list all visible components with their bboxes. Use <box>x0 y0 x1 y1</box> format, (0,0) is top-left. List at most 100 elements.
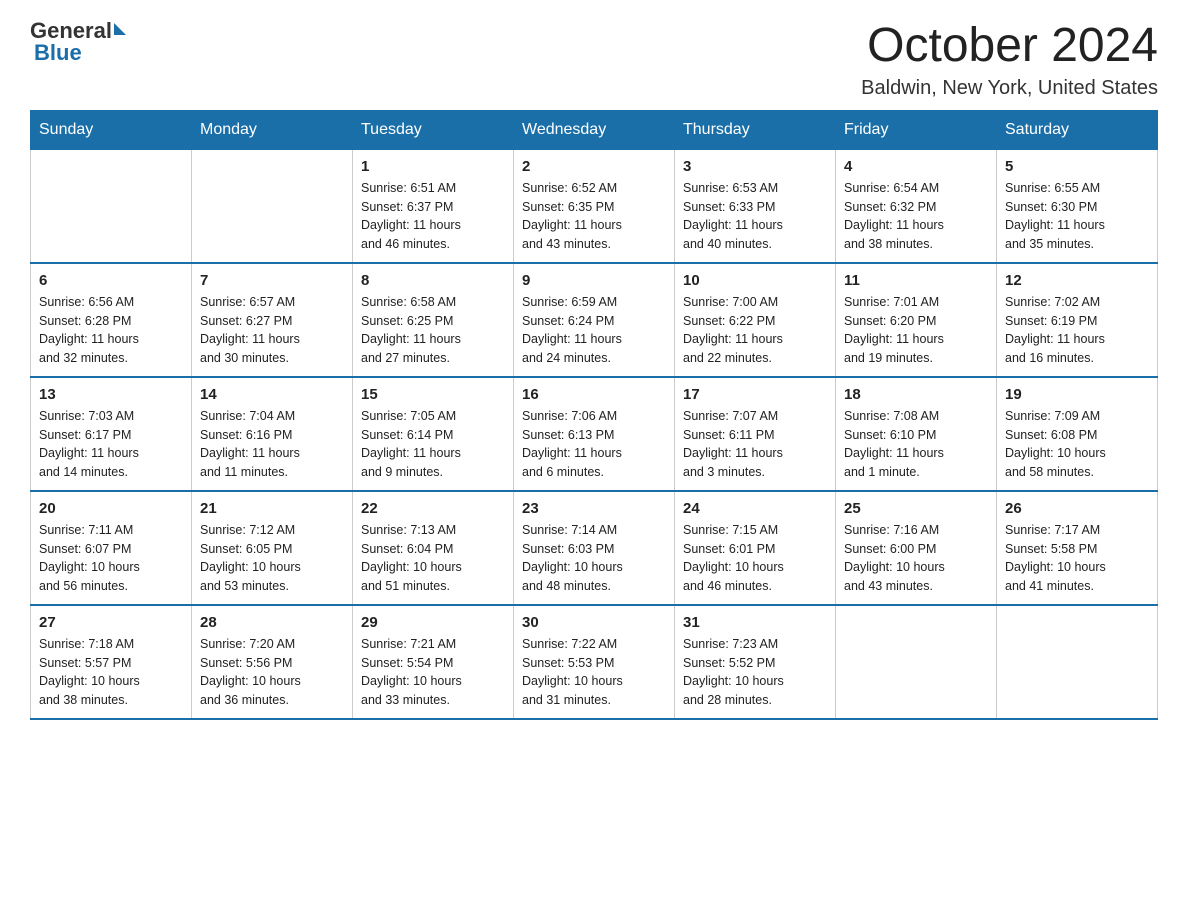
calendar-week-row: 6 Sunrise: 6:56 AMSunset: 6:28 PMDaylight… <box>31 263 1158 377</box>
day-info: Sunrise: 7:09 AMSunset: 6:08 PMDaylight:… <box>1005 407 1149 482</box>
calendar-cell: 6 Sunrise: 6:56 AMSunset: 6:28 PMDaylight… <box>31 263 192 377</box>
calendar-cell: 4 Sunrise: 6:54 AMSunset: 6:32 PMDaylight… <box>836 149 997 263</box>
day-number: 28 <box>200 614 344 631</box>
day-info: Sunrise: 6:51 AMSunset: 6:37 PMDaylight:… <box>361 179 505 254</box>
calendar-cell: 12Sunrise: 7:02 AMSunset: 6:19 PMDayligh… <box>997 263 1158 377</box>
day-number: 7 <box>200 272 344 289</box>
calendar-cell: 29 Sunrise: 7:21 AMSunset: 5:54 PMDayligh… <box>353 605 514 719</box>
calendar-cell: 26 Sunrise: 7:17 AMSunset: 5:58 PMDayligh… <box>997 491 1158 605</box>
calendar-cell: 15Sunrise: 7:05 AMSunset: 6:14 PMDayligh… <box>353 377 514 491</box>
day-info: Sunrise: 6:52 AMSunset: 6:35 PMDaylight:… <box>522 179 666 254</box>
day-info: Sunrise: 7:23 AMSunset: 5:52 PMDaylight:… <box>683 635 827 710</box>
page-header: General Blue October 2024 Baldwin, New Y… <box>30 20 1158 100</box>
day-number: 14 <box>200 386 344 403</box>
day-number: 21 <box>200 500 344 517</box>
day-info: Sunrise: 7:08 AMSunset: 6:10 PMDaylight:… <box>844 407 988 482</box>
calendar-cell: 9Sunrise: 6:59 AMSunset: 6:24 PMDaylight… <box>514 263 675 377</box>
day-number: 23 <box>522 500 666 517</box>
weekday-header-thursday: Thursday <box>675 110 836 149</box>
day-info: Sunrise: 7:02 AMSunset: 6:19 PMDaylight:… <box>1005 293 1149 368</box>
day-number: 20 <box>39 500 183 517</box>
calendar-week-row: 13 Sunrise: 7:03 AMSunset: 6:17 PMDayligh… <box>31 377 1158 491</box>
calendar-table: SundayMondayTuesdayWednesdayThursdayFrid… <box>30 110 1158 720</box>
calendar-cell: 3 Sunrise: 6:53 AMSunset: 6:33 PMDaylight… <box>675 149 836 263</box>
day-info: Sunrise: 7:03 AMSunset: 6:17 PMDaylight:… <box>39 407 183 482</box>
day-number: 17 <box>683 386 827 403</box>
calendar-cell <box>192 149 353 263</box>
calendar-cell: 8 Sunrise: 6:58 AMSunset: 6:25 PMDaylight… <box>353 263 514 377</box>
day-number: 2 <box>522 158 666 175</box>
day-number: 4 <box>844 158 988 175</box>
day-number: 1 <box>361 158 505 175</box>
day-info: Sunrise: 6:53 AMSunset: 6:33 PMDaylight:… <box>683 179 827 254</box>
day-number: 8 <box>361 272 505 289</box>
day-number: 11 <box>844 272 988 289</box>
day-number: 6 <box>39 272 183 289</box>
calendar-cell: 23 Sunrise: 7:14 AMSunset: 6:03 PMDayligh… <box>514 491 675 605</box>
logo-general-text: General <box>30 20 112 42</box>
day-info: Sunrise: 7:06 AMSunset: 6:13 PMDaylight:… <box>522 407 666 482</box>
day-info: Sunrise: 7:22 AMSunset: 5:53 PMDaylight:… <box>522 635 666 710</box>
day-info: Sunrise: 7:17 AMSunset: 5:58 PMDaylight:… <box>1005 521 1149 596</box>
day-number: 10 <box>683 272 827 289</box>
day-info: Sunrise: 7:11 AMSunset: 6:07 PMDaylight:… <box>39 521 183 596</box>
calendar-cell: 16Sunrise: 7:06 AMSunset: 6:13 PMDayligh… <box>514 377 675 491</box>
calendar-cell: 31 Sunrise: 7:23 AMSunset: 5:52 PMDayligh… <box>675 605 836 719</box>
calendar-cell: 18 Sunrise: 7:08 AMSunset: 6:10 PMDayligh… <box>836 377 997 491</box>
day-number: 31 <box>683 614 827 631</box>
calendar-cell: 11 Sunrise: 7:01 AMSunset: 6:20 PMDayligh… <box>836 263 997 377</box>
day-number: 29 <box>361 614 505 631</box>
logo-arrow-icon <box>114 23 126 35</box>
day-number: 24 <box>683 500 827 517</box>
calendar-header-row: SundayMondayTuesdayWednesdayThursdayFrid… <box>31 110 1158 149</box>
day-number: 5 <box>1005 158 1149 175</box>
day-info: Sunrise: 7:12 AMSunset: 6:05 PMDaylight:… <box>200 521 344 596</box>
day-info: Sunrise: 7:16 AMSunset: 6:00 PMDaylight:… <box>844 521 988 596</box>
calendar-week-row: 1 Sunrise: 6:51 AMSunset: 6:37 PMDaylight… <box>31 149 1158 263</box>
day-number: 26 <box>1005 500 1149 517</box>
calendar-week-row: 20 Sunrise: 7:11 AMSunset: 6:07 PMDayligh… <box>31 491 1158 605</box>
calendar-cell: 30 Sunrise: 7:22 AMSunset: 5:53 PMDayligh… <box>514 605 675 719</box>
day-info: Sunrise: 6:58 AMSunset: 6:25 PMDaylight:… <box>361 293 505 368</box>
calendar-cell: 10 Sunrise: 7:00 AMSunset: 6:22 PMDayligh… <box>675 263 836 377</box>
day-number: 30 <box>522 614 666 631</box>
calendar-cell: 19 Sunrise: 7:09 AMSunset: 6:08 PMDayligh… <box>997 377 1158 491</box>
calendar-cell <box>997 605 1158 719</box>
day-number: 3 <box>683 158 827 175</box>
day-info: Sunrise: 6:55 AMSunset: 6:30 PMDaylight:… <box>1005 179 1149 254</box>
day-info: Sunrise: 7:18 AMSunset: 5:57 PMDaylight:… <box>39 635 183 710</box>
day-number: 25 <box>844 500 988 517</box>
day-info: Sunrise: 7:07 AMSunset: 6:11 PMDaylight:… <box>683 407 827 482</box>
location-subtitle: Baldwin, New York, United States <box>861 77 1158 100</box>
month-year-title: October 2024 <box>861 20 1158 73</box>
day-info: Sunrise: 7:05 AMSunset: 6:14 PMDaylight:… <box>361 407 505 482</box>
calendar-week-row: 27Sunrise: 7:18 AMSunset: 5:57 PMDayligh… <box>31 605 1158 719</box>
day-info: Sunrise: 6:57 AMSunset: 6:27 PMDaylight:… <box>200 293 344 368</box>
calendar-cell: 20 Sunrise: 7:11 AMSunset: 6:07 PMDayligh… <box>31 491 192 605</box>
logo: General Blue <box>30 20 126 66</box>
calendar-cell: 24Sunrise: 7:15 AMSunset: 6:01 PMDayligh… <box>675 491 836 605</box>
calendar-cell: 28Sunrise: 7:20 AMSunset: 5:56 PMDayligh… <box>192 605 353 719</box>
day-info: Sunrise: 6:59 AMSunset: 6:24 PMDaylight:… <box>522 293 666 368</box>
weekday-header-saturday: Saturday <box>997 110 1158 149</box>
calendar-cell <box>836 605 997 719</box>
weekday-header-sunday: Sunday <box>31 110 192 149</box>
day-info: Sunrise: 7:00 AMSunset: 6:22 PMDaylight:… <box>683 293 827 368</box>
day-info: Sunrise: 7:04 AMSunset: 6:16 PMDaylight:… <box>200 407 344 482</box>
day-number: 19 <box>1005 386 1149 403</box>
day-info: Sunrise: 6:54 AMSunset: 6:32 PMDaylight:… <box>844 179 988 254</box>
day-info: Sunrise: 6:56 AMSunset: 6:28 PMDaylight:… <box>39 293 183 368</box>
day-info: Sunrise: 7:14 AMSunset: 6:03 PMDaylight:… <box>522 521 666 596</box>
calendar-cell: 22Sunrise: 7:13 AMSunset: 6:04 PMDayligh… <box>353 491 514 605</box>
calendar-cell: 13 Sunrise: 7:03 AMSunset: 6:17 PMDayligh… <box>31 377 192 491</box>
weekday-header-wednesday: Wednesday <box>514 110 675 149</box>
logo-blue-text: Blue <box>34 40 82 66</box>
calendar-cell: 1 Sunrise: 6:51 AMSunset: 6:37 PMDaylight… <box>353 149 514 263</box>
day-info: Sunrise: 7:21 AMSunset: 5:54 PMDaylight:… <box>361 635 505 710</box>
day-number: 18 <box>844 386 988 403</box>
calendar-cell: 2 Sunrise: 6:52 AMSunset: 6:35 PMDaylight… <box>514 149 675 263</box>
weekday-header-monday: Monday <box>192 110 353 149</box>
day-number: 13 <box>39 386 183 403</box>
day-info: Sunrise: 7:01 AMSunset: 6:20 PMDaylight:… <box>844 293 988 368</box>
calendar-cell: 5 Sunrise: 6:55 AMSunset: 6:30 PMDaylight… <box>997 149 1158 263</box>
